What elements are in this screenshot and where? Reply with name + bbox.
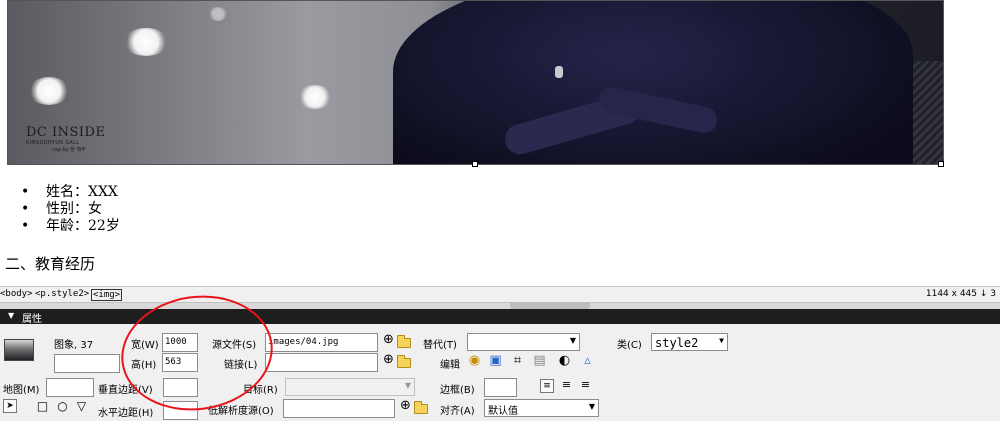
align-right-icon[interactable]: ≡ xyxy=(578,378,593,393)
properties-panel-header[interactable]: ▼ 属性 xyxy=(0,309,1000,325)
list-item-text: 年龄：22岁 xyxy=(46,218,120,234)
pointer-hotspot-icon[interactable]: ➤ xyxy=(3,399,17,413)
zipper-pull xyxy=(555,66,563,78)
lowsrc-input[interactable] xyxy=(283,399,395,418)
brightness-contrast-icon[interactable]: ◐ xyxy=(557,354,572,369)
tag-img-selected[interactable]: <img> xyxy=(91,289,123,301)
align-value: 默认值 xyxy=(488,406,518,417)
align-left-icon[interactable]: ≡ xyxy=(540,379,554,393)
properties-panel: 图象, 37 宽(W) 1000 高(H) 563 源文件(S) images/… xyxy=(0,324,1000,421)
vspace-label: 垂直边距(V) xyxy=(98,385,153,396)
list-item: • 性别：女 xyxy=(20,201,120,218)
list-item: • 姓名：XXX xyxy=(20,184,120,201)
map-input[interactable] xyxy=(46,378,94,397)
link-label: 链接(L) xyxy=(224,360,258,371)
map-label: 地图(M) xyxy=(3,385,40,396)
fireworks-edit-icon[interactable]: ◉ xyxy=(467,354,482,369)
optimize-icon[interactable]: ▣ xyxy=(488,354,503,369)
width-label: 宽(W) xyxy=(131,340,159,351)
resize-handle-corner[interactable] xyxy=(938,161,944,167)
src-label: 源文件(S) xyxy=(212,340,257,351)
point-to-file-icon[interactable]: ⊕ xyxy=(381,333,396,348)
browse-folder-icon[interactable] xyxy=(397,335,411,348)
sharpen-icon[interactable]: ▵ xyxy=(580,354,595,369)
class-label: 类(C) xyxy=(617,340,642,351)
list-item-text: 姓名：XXX xyxy=(46,184,118,200)
align-select[interactable]: 默认值 ▼ xyxy=(484,399,599,417)
point-to-file-icon[interactable]: ⊕ xyxy=(398,399,413,414)
resize-handle-bottom[interactable] xyxy=(472,161,478,167)
chevron-down-icon: ▼ xyxy=(404,381,411,390)
edit-label: 编辑 xyxy=(440,360,460,371)
circle-hotspot-icon[interactable]: ○ xyxy=(55,399,70,414)
image-thumbnail xyxy=(4,339,34,361)
window-size-readout[interactable]: 1144 x 445 ↓ 3 xyxy=(926,289,996,299)
height-label: 高(H) xyxy=(131,360,157,371)
link-input[interactable] xyxy=(265,353,378,372)
browse-folder-icon[interactable] xyxy=(414,401,428,414)
align-label: 对齐(A) xyxy=(440,406,475,417)
properties-title: 属性 xyxy=(22,314,42,325)
bullet-dot: • xyxy=(21,184,30,200)
browse-folder-icon[interactable] xyxy=(397,355,411,368)
chevron-down-icon: ▼ xyxy=(588,402,595,411)
alt-label: 替代(T) xyxy=(423,340,457,351)
selected-image[interactable]: DC INSIDE KIMSOOHYUN GALL cap by 청 매주 xyxy=(7,0,944,165)
info-list: • 姓名：XXX • 性别：女 • 年龄：22岁 xyxy=(20,184,120,235)
height-input[interactable]: 563 xyxy=(162,353,198,372)
collapse-triangle-icon[interactable]: ▼ xyxy=(8,311,14,320)
class-value: style2 xyxy=(655,336,699,350)
list-item-text: 性别：女 xyxy=(46,201,102,217)
design-view[interactable]: DC INSIDE KIMSOOHYUN GALL cap by 청 매주 • 姓… xyxy=(0,0,1000,286)
align-center-icon[interactable]: ≡ xyxy=(559,378,574,393)
chevron-down-icon: ▼ xyxy=(719,336,724,345)
crop-icon[interactable]: ⌗ xyxy=(510,354,525,369)
bullet-dot: • xyxy=(21,218,30,234)
hspace-input[interactable] xyxy=(163,401,198,420)
tag-selector-bar: <body> <p.style2> <img> 1144 x 445 ↓ 3 xyxy=(0,286,1000,302)
border-input[interactable] xyxy=(484,378,517,397)
alt-select[interactable]: ▼ xyxy=(467,333,580,351)
target-select[interactable]: ▼ xyxy=(285,378,415,396)
watermark-sub2: cap by 청 매주 xyxy=(52,147,86,153)
target-label: 目标(R) xyxy=(243,385,278,396)
person-dark-jacket xyxy=(393,1,913,164)
rect-hotspot-icon[interactable]: □ xyxy=(35,399,50,414)
chevron-down-icon: ▼ xyxy=(569,336,576,345)
polygon-hotspot-icon[interactable]: ▽ xyxy=(74,399,89,414)
class-select[interactable]: style2 ▼ xyxy=(651,333,728,351)
hspace-label: 水平边距(H) xyxy=(98,408,154,419)
image-watermark: DC INSIDE KIMSOOHYUN GALL cap by 청 매주 xyxy=(26,125,136,153)
width-input[interactable]: 1000 xyxy=(162,333,198,352)
ceiling-light xyxy=(208,7,228,21)
tag-body[interactable]: <body> xyxy=(0,289,33,299)
vspace-input[interactable] xyxy=(163,378,198,397)
resample-icon[interactable]: ▤ xyxy=(532,354,547,369)
ceiling-light xyxy=(123,28,169,56)
ceiling-light xyxy=(298,85,332,109)
ceiling-light xyxy=(28,77,70,105)
list-item: • 年龄：22岁 xyxy=(20,218,120,235)
src-input[interactable]: images/04.jpg xyxy=(265,333,378,352)
watermark-main: DC INSIDE xyxy=(26,125,106,140)
tag-p-style2[interactable]: <p.style2> xyxy=(35,289,89,299)
section-heading: 二、教育经历 xyxy=(5,255,96,273)
lowsrc-label: 低解析度源(O) xyxy=(208,406,274,417)
panel-splitter[interactable] xyxy=(0,302,1000,309)
border-label: 边框(B) xyxy=(440,385,475,396)
bullet-dot: • xyxy=(21,201,30,217)
image-name-input[interactable] xyxy=(54,354,120,373)
image-size-label: 图象, 37 xyxy=(54,340,94,351)
point-to-file-icon[interactable]: ⊕ xyxy=(381,353,396,368)
